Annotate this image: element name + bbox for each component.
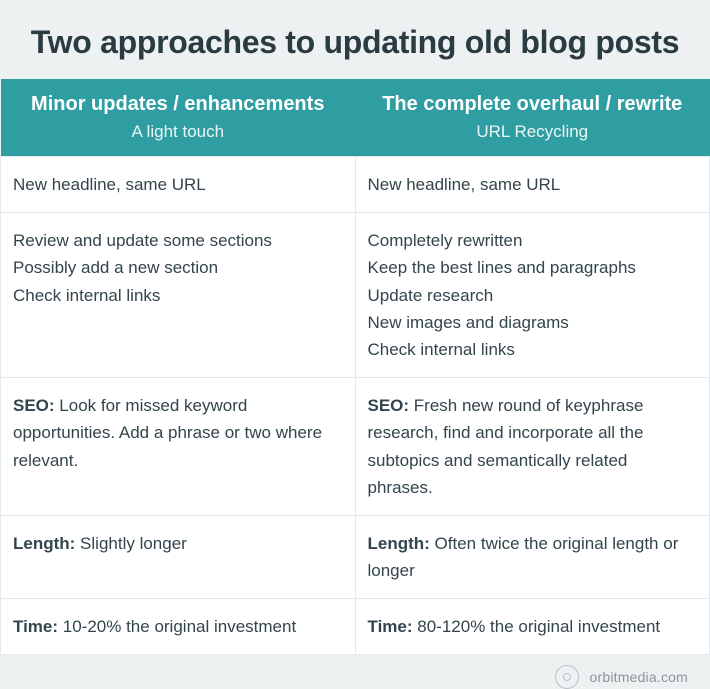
cell: Length: Slightly longer — [1, 515, 356, 598]
col-heading: Minor updates / enhancements — [31, 93, 324, 115]
comparison-table: Minor updates / enhancements A light tou… — [0, 79, 710, 655]
footer-text: orbitmedia.com — [589, 669, 688, 685]
col-subheading: URL Recycling — [365, 122, 700, 142]
page-title: Two approaches to updating old blog post… — [0, 0, 710, 79]
col-subheading: A light touch — [11, 122, 346, 142]
table-row: New headline, same URL New headline, sam… — [1, 157, 710, 213]
cell-line: Check internal links — [13, 282, 343, 309]
cell: Completely rewritten Keep the best lines… — [355, 213, 710, 378]
table-row: Length: Slightly longer Length: Often tw… — [1, 515, 710, 598]
cell-text: Fresh new round of keyphrase research, f… — [368, 396, 644, 497]
table-row: SEO: Look for missed keyword opportuniti… — [1, 378, 710, 516]
col-header-overhaul: The complete overhaul / rewrite URL Recy… — [355, 79, 710, 157]
cell: Time: 10-20% the original investment — [1, 599, 356, 655]
cell-line: Completely rewritten — [368, 227, 698, 254]
cell-line: Update research — [368, 282, 698, 309]
cell-label: Time: — [368, 617, 413, 636]
cell-text: Look for missed keyword opportunities. A… — [13, 396, 322, 469]
cell-label: Length: — [368, 534, 430, 553]
cell: New headline, same URL — [1, 157, 356, 213]
cell-line: Review and update some sections — [13, 227, 343, 254]
col-heading: The complete overhaul / rewrite — [382, 93, 682, 115]
footer: orbitmedia.com — [0, 655, 710, 689]
table-row: Review and update some sections Possibly… — [1, 213, 710, 378]
cell-line: Keep the best lines and paragraphs — [368, 254, 698, 281]
cell: Review and update some sections Possibly… — [1, 213, 356, 378]
col-header-minor: Minor updates / enhancements A light tou… — [1, 79, 356, 157]
cell-label: SEO: — [368, 396, 410, 415]
cell-label: SEO: — [13, 396, 55, 415]
orbit-logo-icon — [555, 665, 579, 689]
cell-label: Time: — [13, 617, 58, 636]
cell: Time: 80-120% the original investment — [355, 599, 710, 655]
cell-text: Slightly longer — [75, 534, 187, 553]
page: Two approaches to updating old blog post… — [0, 0, 710, 681]
cell-line: New images and diagrams — [368, 309, 698, 336]
cell: SEO: Fresh new round of keyphrase resear… — [355, 378, 710, 516]
cell-text: 80-120% the original investment — [413, 617, 661, 636]
cell-line: Check internal links — [368, 336, 698, 363]
cell-line: Possibly add a new section — [13, 254, 343, 281]
table-row: Time: 10-20% the original investment Tim… — [1, 599, 710, 655]
cell-label: Length: — [13, 534, 75, 553]
cell: Length: Often twice the original length … — [355, 515, 710, 598]
cell: SEO: Look for missed keyword opportuniti… — [1, 378, 356, 516]
cell: New headline, same URL — [355, 157, 710, 213]
cell-text: 10-20% the original investment — [58, 617, 296, 636]
